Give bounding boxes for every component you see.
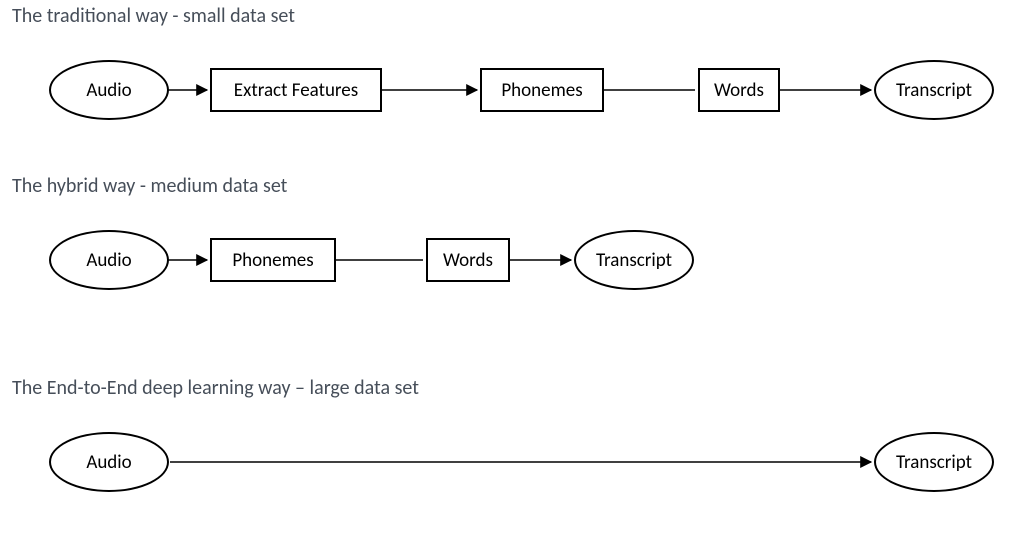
node-r2-phonemes: Phonemes	[210, 238, 336, 282]
label: Words	[443, 249, 493, 272]
node-r1-transcript: Transcript	[874, 60, 994, 120]
label: Words	[714, 79, 764, 102]
label: Audio	[86, 79, 131, 102]
node-r3-audio: Audio	[49, 432, 169, 492]
label: Transcript	[896, 79, 972, 102]
heading-traditional: The traditional way - small data set	[12, 4, 295, 28]
node-r1-audio: Audio	[49, 60, 169, 120]
diagram-canvas: The traditional way - small data set The…	[0, 0, 1034, 544]
node-r2-audio: Audio	[49, 230, 169, 290]
node-r3-transcript: Transcript	[874, 432, 994, 492]
label: Extract Features	[234, 79, 358, 102]
node-r2-transcript: Transcript	[574, 230, 694, 290]
heading-end-to-end: The End-to-End deep learning way – large…	[12, 376, 419, 400]
label: Audio	[86, 451, 131, 474]
label: Phonemes	[501, 79, 582, 102]
label: Audio	[86, 249, 131, 272]
label: Phonemes	[232, 249, 313, 272]
node-r2-words: Words	[426, 238, 510, 282]
node-r1-words: Words	[698, 68, 780, 112]
heading-hybrid: The hybrid way - medium data set	[12, 174, 287, 198]
label: Transcript	[596, 249, 672, 272]
node-r1-extract-features: Extract Features	[210, 68, 382, 112]
node-r1-phonemes: Phonemes	[480, 68, 604, 112]
label: Transcript	[896, 451, 972, 474]
